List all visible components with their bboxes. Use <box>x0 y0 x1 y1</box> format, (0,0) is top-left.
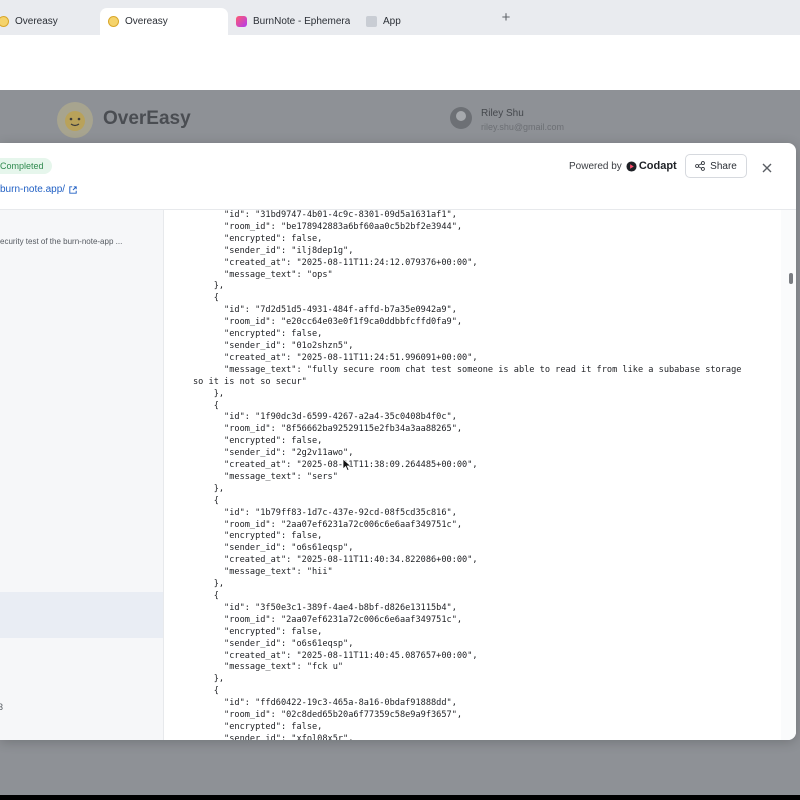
external-link-icon <box>69 185 77 194</box>
app-url-text: burn-note.app/ <box>0 184 66 195</box>
avatar <box>450 107 472 129</box>
tab-overeasy-1[interactable]: Overeasy <box>0 8 90 35</box>
share-button[interactable]: Share <box>685 154 747 178</box>
task-preview[interactable]: security test of the burn-note-app ... <box>0 237 156 246</box>
burnnote-favicon-icon <box>236 16 247 27</box>
tab-strip: Overeasy Overeasy BurnNote - Ephemeral A… <box>0 0 800 36</box>
task-sidebar: security test of the burn-note-app ... 3 <box>0 210 164 740</box>
share-label: Share <box>710 160 737 172</box>
tab-overeasy-active[interactable]: Overeasy <box>100 8 228 35</box>
modal-header: Completed burn-note.app/ Powered by Coda… <box>0 143 796 210</box>
status-badge: Completed <box>0 158 52 174</box>
powered-by: Powered by Codapt <box>569 160 677 172</box>
codapt-logo-icon <box>626 160 637 172</box>
share-icon <box>695 161 705 171</box>
json-output-viewer[interactable]: "id": "31bd9747-4b01-4c9c-8301-09d5a1631… <box>164 210 779 740</box>
result-modal: Completed burn-note.app/ Powered by Coda… <box>0 143 796 740</box>
new-tab-button[interactable]: + <box>498 10 514 26</box>
overeasy-favicon-icon <box>0 16 9 27</box>
scrollbar[interactable] <box>781 210 796 740</box>
user-name: Riley Shu <box>481 108 524 119</box>
tab-burnnote[interactable]: BurnNote - Ephemeral <box>228 8 350 35</box>
powered-by-label: Powered by <box>569 160 622 172</box>
tab-label: Overeasy <box>15 16 58 27</box>
tab-label: BurnNote - Ephemeral <box>253 16 350 27</box>
toolbar-area <box>0 35 800 90</box>
close-icon[interactable] <box>760 161 774 175</box>
user-email: riley.shu@gmail.com <box>481 122 564 132</box>
tab-app[interactable]: App <box>358 8 478 35</box>
sidebar-fragment: 3 <box>0 702 4 712</box>
tab-label: App <box>383 16 401 27</box>
codapt-brand: Codapt <box>638 160 677 172</box>
browser-window: Overeasy Overeasy BurnNote - Ephemeral A… <box>0 0 800 795</box>
app-url-link[interactable]: burn-note.app/ <box>0 184 77 195</box>
tab-label: Overeasy <box>125 16 168 27</box>
brand-name: OverEasy <box>103 108 191 129</box>
mouse-cursor-icon <box>342 458 352 472</box>
overeasy-logo-icon <box>57 102 93 138</box>
overeasy-favicon-icon <box>108 16 119 27</box>
sidebar-selected-item[interactable] <box>0 592 163 638</box>
json-output-text: "id": "31bd9747-4b01-4c9c-8301-09d5a1631… <box>193 210 742 740</box>
scrollbar-thumb[interactable] <box>789 273 793 284</box>
app-favicon-icon <box>366 16 377 27</box>
